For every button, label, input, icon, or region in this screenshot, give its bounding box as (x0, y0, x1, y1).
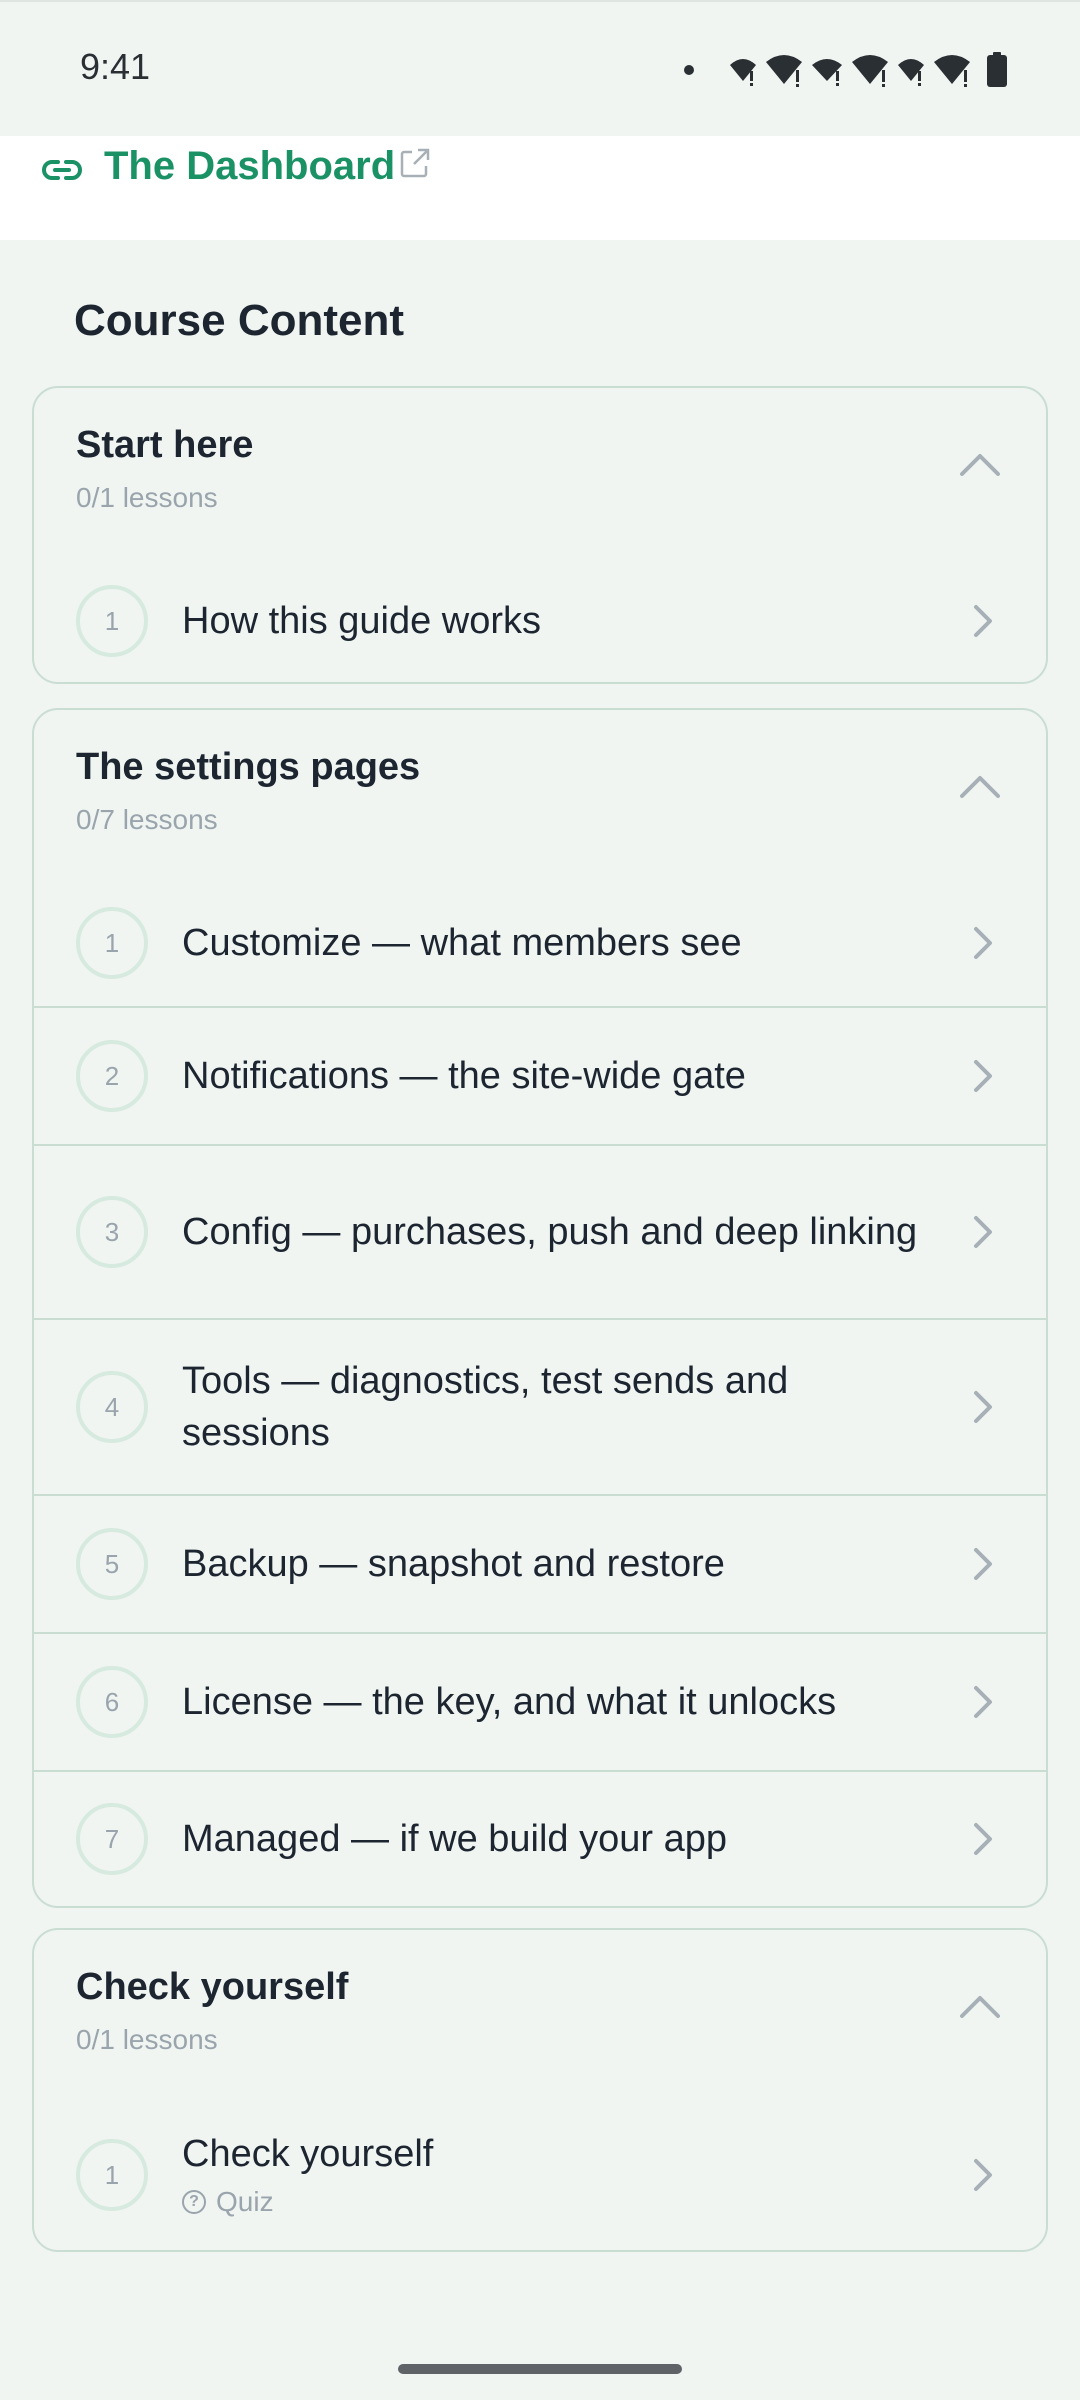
module-settings-pages: The settings pages 0/7 lessons 1 Customi… (32, 708, 1048, 1908)
lesson-number: 5 (76, 1528, 148, 1600)
module-title: Start here (76, 424, 254, 466)
chevron-right-icon (974, 1391, 992, 1423)
lesson-number: 1 (76, 907, 148, 979)
module-header[interactable]: Check yourself 0/1 lessons (34, 1930, 1046, 2100)
lesson-number: 3 (76, 1196, 148, 1268)
lesson-title-block: Check yourself ? Quiz (182, 2128, 922, 2222)
quiz-label: Quiz (216, 2186, 274, 2217)
module-start-here: Start here 0/1 lessons 1 How this guide … (32, 386, 1048, 684)
wifi-alert-icon (934, 55, 970, 87)
section-title: Course Content (74, 296, 404, 345)
module-check-yourself: Check yourself 0/1 lessons 1 Check yours… (32, 1928, 1048, 2252)
wifi-alert-icon (766, 55, 802, 87)
status-time: 9:41 (80, 46, 151, 87)
module-header[interactable]: The settings pages 0/7 lessons (34, 710, 1046, 880)
module-header[interactable]: Start here 0/1 lessons (34, 388, 1046, 558)
lesson-title: How this guide works (182, 600, 542, 642)
lesson-title: Config — purchases, push and deep linkin… (182, 1211, 918, 1253)
dashboard-link[interactable]: The Dashboard (104, 138, 395, 194)
module-lesson-count: 0/1 lessons (76, 2024, 218, 2055)
lesson-row[interactable]: 5 Backup — snapshot and restore (34, 1494, 1046, 1632)
chevron-right-icon (974, 927, 992, 959)
module-lesson-count: 0/1 lessons (76, 482, 218, 513)
link-icon (42, 160, 82, 180)
lesson-title: Customize — what members see (182, 922, 742, 964)
external-link-icon[interactable] (398, 146, 432, 180)
lesson-row[interactable]: 7 Managed — if we build your app (34, 1770, 1046, 1906)
status-icons (684, 50, 1008, 90)
wifi-alert-icon (898, 59, 924, 86)
chevron-up-icon[interactable] (958, 1992, 1002, 2020)
chevron-up-icon[interactable] (958, 450, 1002, 478)
module-title: Check yourself (76, 1966, 349, 2008)
chevron-right-icon (974, 1060, 992, 1092)
chevron-up-icon[interactable] (958, 772, 1002, 800)
lesson-title: Check yourself (182, 2133, 434, 2175)
lesson-row[interactable]: 4 Tools — diagnostics, test sends and se… (34, 1318, 1046, 1494)
status-bar: 9:41 (0, 0, 1080, 136)
lesson-title: Managed — if we build your app (182, 1818, 727, 1860)
lesson-title: License — the key, and what it unlocks (182, 1681, 837, 1723)
module-lesson-count: 0/7 lessons (76, 804, 218, 835)
lesson-number: 6 (76, 1666, 148, 1738)
wifi-alert-icon (852, 55, 888, 87)
chevron-right-icon (974, 2159, 992, 2191)
dashboard-link-card[interactable]: The Dashboard (0, 136, 1080, 240)
lesson-row[interactable]: 1 Customize — what members see (34, 880, 1046, 1006)
lesson-title: Backup — snapshot and restore (182, 1543, 725, 1585)
chevron-right-icon (974, 1686, 992, 1718)
lesson-row[interactable]: 1 How this guide works (34, 558, 1046, 682)
lesson-row[interactable]: 6 License — the key, and what it unlocks (34, 1632, 1046, 1770)
question-circle-icon: ? (182, 2190, 206, 2214)
lesson-title: Tools — diagnostics, test sends and sess… (182, 1360, 789, 1454)
lesson-row[interactable]: 1 Check yourself ? Quiz (34, 2100, 1046, 2250)
chevron-right-icon (974, 1823, 992, 1855)
wifi-alert-icon (812, 59, 842, 86)
chevron-right-icon (974, 605, 992, 637)
lesson-number: 4 (76, 1371, 148, 1443)
chevron-right-icon (974, 1548, 992, 1580)
chevron-right-icon (974, 1216, 992, 1248)
lesson-number: 2 (76, 1040, 148, 1112)
lesson-number: 7 (76, 1803, 148, 1875)
lesson-title: Notifications — the site-wide gate (182, 1055, 746, 1097)
notification-dot-icon (684, 65, 694, 75)
lesson-number: 1 (76, 585, 148, 657)
module-title: The settings pages (76, 746, 421, 788)
quiz-tag: ? Quiz (182, 2182, 922, 2222)
lesson-row[interactable]: 3 Config — purchases, push and deep link… (34, 1144, 1046, 1318)
home-indicator[interactable] (398, 2364, 682, 2374)
lesson-row[interactable]: 2 Notifications — the site-wide gate (34, 1006, 1046, 1144)
wifi-alert-icon (730, 59, 756, 86)
lesson-number: 1 (76, 2139, 148, 2211)
battery-icon (987, 52, 1007, 87)
